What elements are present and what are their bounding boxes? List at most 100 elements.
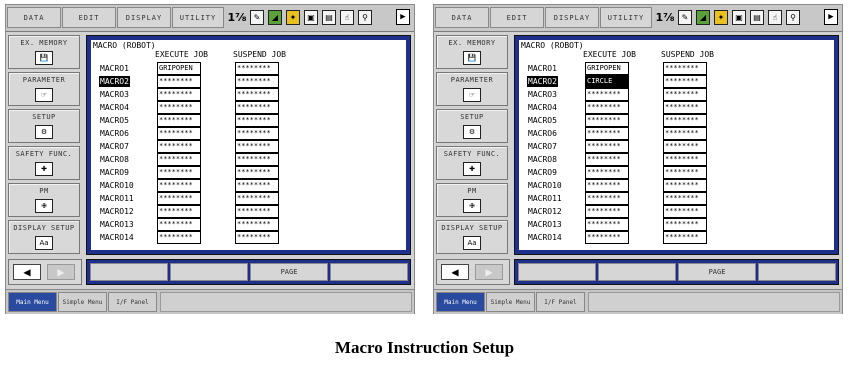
macro-name[interactable]: MACRO7 <box>99 141 130 152</box>
sidebar-display-setup-button[interactable]: DISPLAY SETUP Aa <box>8 220 80 254</box>
execute-job-field[interactable]: ******** <box>157 75 201 88</box>
table-row[interactable]: MACRO9 ******** ******** <box>519 166 819 179</box>
suspend-job-field[interactable]: ******** <box>663 127 707 140</box>
execute-job-field[interactable]: ******** <box>157 231 201 244</box>
table-row[interactable]: MACRO2 ******** ******** <box>91 75 391 88</box>
macro-name[interactable]: MACRO9 <box>527 167 558 178</box>
tab-simple-menu[interactable]: Simple Menu <box>58 292 107 312</box>
execute-job-field[interactable]: ******** <box>585 153 629 166</box>
execute-job-field[interactable]: CIRCLE <box>585 75 629 88</box>
macro-name[interactable]: MACRO8 <box>527 154 558 165</box>
table-row[interactable]: MACRO13 ******** ******** <box>91 218 391 231</box>
table-row[interactable]: MACRO1 GRIPOPEN ******** <box>91 62 391 75</box>
table-row[interactable]: MACRO8 ******** ******** <box>519 153 819 166</box>
macro-name[interactable]: MACRO6 <box>527 128 558 139</box>
sidebar-ex-memory-button[interactable]: EX. MEMORY 💾 <box>436 35 508 69</box>
execute-job-field[interactable]: GRIPOPEN <box>585 62 629 75</box>
tab-main-menu[interactable]: Main Menu <box>8 292 57 312</box>
table-row[interactable]: MACRO4 ******** ******** <box>519 101 819 114</box>
macro-name[interactable]: MACRO1 <box>99 63 130 74</box>
sidebar-setup-button[interactable]: SETUP ⚙ <box>436 109 508 143</box>
suspend-job-field[interactable]: ******** <box>235 153 279 166</box>
suspend-job-field[interactable]: ******** <box>235 62 279 75</box>
macro-name[interactable]: MACRO12 <box>99 206 135 217</box>
menu-utility[interactable]: UTILITY <box>600 7 652 28</box>
menu-data[interactable]: DATA <box>435 7 489 28</box>
suspend-job-field[interactable]: ******** <box>663 101 707 114</box>
macro-name[interactable]: MACRO13 <box>99 219 135 230</box>
execute-job-field[interactable]: ******** <box>157 88 201 101</box>
suspend-job-field[interactable]: ******** <box>663 114 707 127</box>
execute-job-field[interactable]: ******** <box>157 218 201 231</box>
execute-job-field[interactable]: ******** <box>585 179 629 192</box>
suspend-job-field[interactable]: ******** <box>663 192 707 205</box>
macro-name[interactable]: MACRO10 <box>527 180 563 191</box>
suspend-job-field[interactable]: ******** <box>235 75 279 88</box>
suspend-job-field[interactable]: ******** <box>663 88 707 101</box>
table-row[interactable]: MACRO3 ******** ******** <box>91 88 391 101</box>
execute-job-field[interactable]: ******** <box>157 192 201 205</box>
menu-data[interactable]: DATA <box>7 7 61 28</box>
macro-name[interactable]: MACRO10 <box>99 180 135 191</box>
sidebar-setup-button[interactable]: SETUP ⚙ <box>8 109 80 143</box>
execute-job-field[interactable]: ******** <box>585 140 629 153</box>
macro-name[interactable]: MACRO4 <box>99 102 130 113</box>
suspend-job-field[interactable]: ******** <box>235 166 279 179</box>
function-key-4[interactable] <box>758 263 836 281</box>
sidebar-safety-func-button[interactable]: SAFETY FUNC. ✚ <box>8 146 80 180</box>
execute-job-field[interactable]: ******** <box>157 179 201 192</box>
suspend-job-field[interactable]: ******** <box>235 179 279 192</box>
table-row[interactable]: MACRO11 ******** ******** <box>91 192 391 205</box>
macro-name[interactable]: MACRO2 <box>527 76 558 87</box>
execute-job-field[interactable]: ******** <box>157 153 201 166</box>
suspend-job-field[interactable]: ******** <box>663 166 707 179</box>
macro-name[interactable]: MACRO9 <box>99 167 130 178</box>
table-row[interactable]: MACRO10 ******** ******** <box>519 179 819 192</box>
execute-job-field[interactable]: ******** <box>157 127 201 140</box>
arrow-right-icon[interactable]: ▶ <box>47 264 75 280</box>
arrow-left-icon[interactable]: ◀ <box>13 264 41 280</box>
table-row[interactable]: MACRO1 GRIPOPEN ******** <box>519 62 819 75</box>
execute-job-field[interactable]: ******** <box>585 88 629 101</box>
tab-if-panel[interactable]: I/F Panel <box>108 292 157 312</box>
sidebar-parameter-button[interactable]: PARAMETER ☞ <box>436 72 508 106</box>
suspend-job-field[interactable]: ******** <box>663 179 707 192</box>
play-icon[interactable]: ▶ <box>824 9 838 25</box>
function-key-1[interactable] <box>518 263 596 281</box>
tab-if-panel[interactable]: I/F Panel <box>536 292 585 312</box>
suspend-job-field[interactable]: ******** <box>663 231 707 244</box>
sidebar-ex-memory-button[interactable]: EX. MEMORY 💾 <box>8 35 80 69</box>
macro-name[interactable]: MACRO5 <box>527 115 558 126</box>
suspend-job-field[interactable]: ******** <box>235 114 279 127</box>
suspend-job-field[interactable]: ******** <box>663 140 707 153</box>
table-row[interactable]: MACRO12 ******** ******** <box>519 205 819 218</box>
execute-job-field[interactable]: ******** <box>157 101 201 114</box>
macro-name[interactable]: MACRO4 <box>527 102 558 113</box>
macro-name[interactable]: MACRO13 <box>527 219 563 230</box>
arrow-right-icon[interactable]: ▶ <box>475 264 503 280</box>
table-row[interactable]: MACRO5 ******** ******** <box>519 114 819 127</box>
sidebar-parameter-button[interactable]: PARAMETER ☞ <box>8 72 80 106</box>
macro-name[interactable]: MACRO11 <box>99 193 135 204</box>
function-key-1[interactable] <box>90 263 168 281</box>
execute-job-field[interactable]: ******** <box>585 231 629 244</box>
suspend-job-field[interactable]: ******** <box>235 101 279 114</box>
execute-job-field[interactable]: ******** <box>585 101 629 114</box>
table-row[interactable]: MACRO7 ******** ******** <box>519 140 819 153</box>
table-row[interactable]: MACRO14 ******** ******** <box>91 231 391 244</box>
arrow-left-icon[interactable]: ◀ <box>441 264 469 280</box>
execute-job-field[interactable]: GRIPOPEN <box>157 62 201 75</box>
execute-job-field[interactable]: ******** <box>585 127 629 140</box>
macro-name[interactable]: MACRO8 <box>99 154 130 165</box>
table-row[interactable]: MACRO12 ******** ******** <box>91 205 391 218</box>
tab-simple-menu[interactable]: Simple Menu <box>486 292 535 312</box>
menu-utility[interactable]: UTILITY <box>172 7 224 28</box>
suspend-job-field[interactable]: ******** <box>663 62 707 75</box>
tab-main-menu[interactable]: Main Menu <box>436 292 485 312</box>
macro-name[interactable]: MACRO5 <box>99 115 130 126</box>
menu-edit[interactable]: EDIT <box>490 7 544 28</box>
sidebar-display-setup-button[interactable]: DISPLAY SETUP Aa <box>436 220 508 254</box>
table-row[interactable]: MACRO13 ******** ******** <box>519 218 819 231</box>
macro-name[interactable]: MACRO11 <box>527 193 563 204</box>
suspend-job-field[interactable]: ******** <box>235 205 279 218</box>
